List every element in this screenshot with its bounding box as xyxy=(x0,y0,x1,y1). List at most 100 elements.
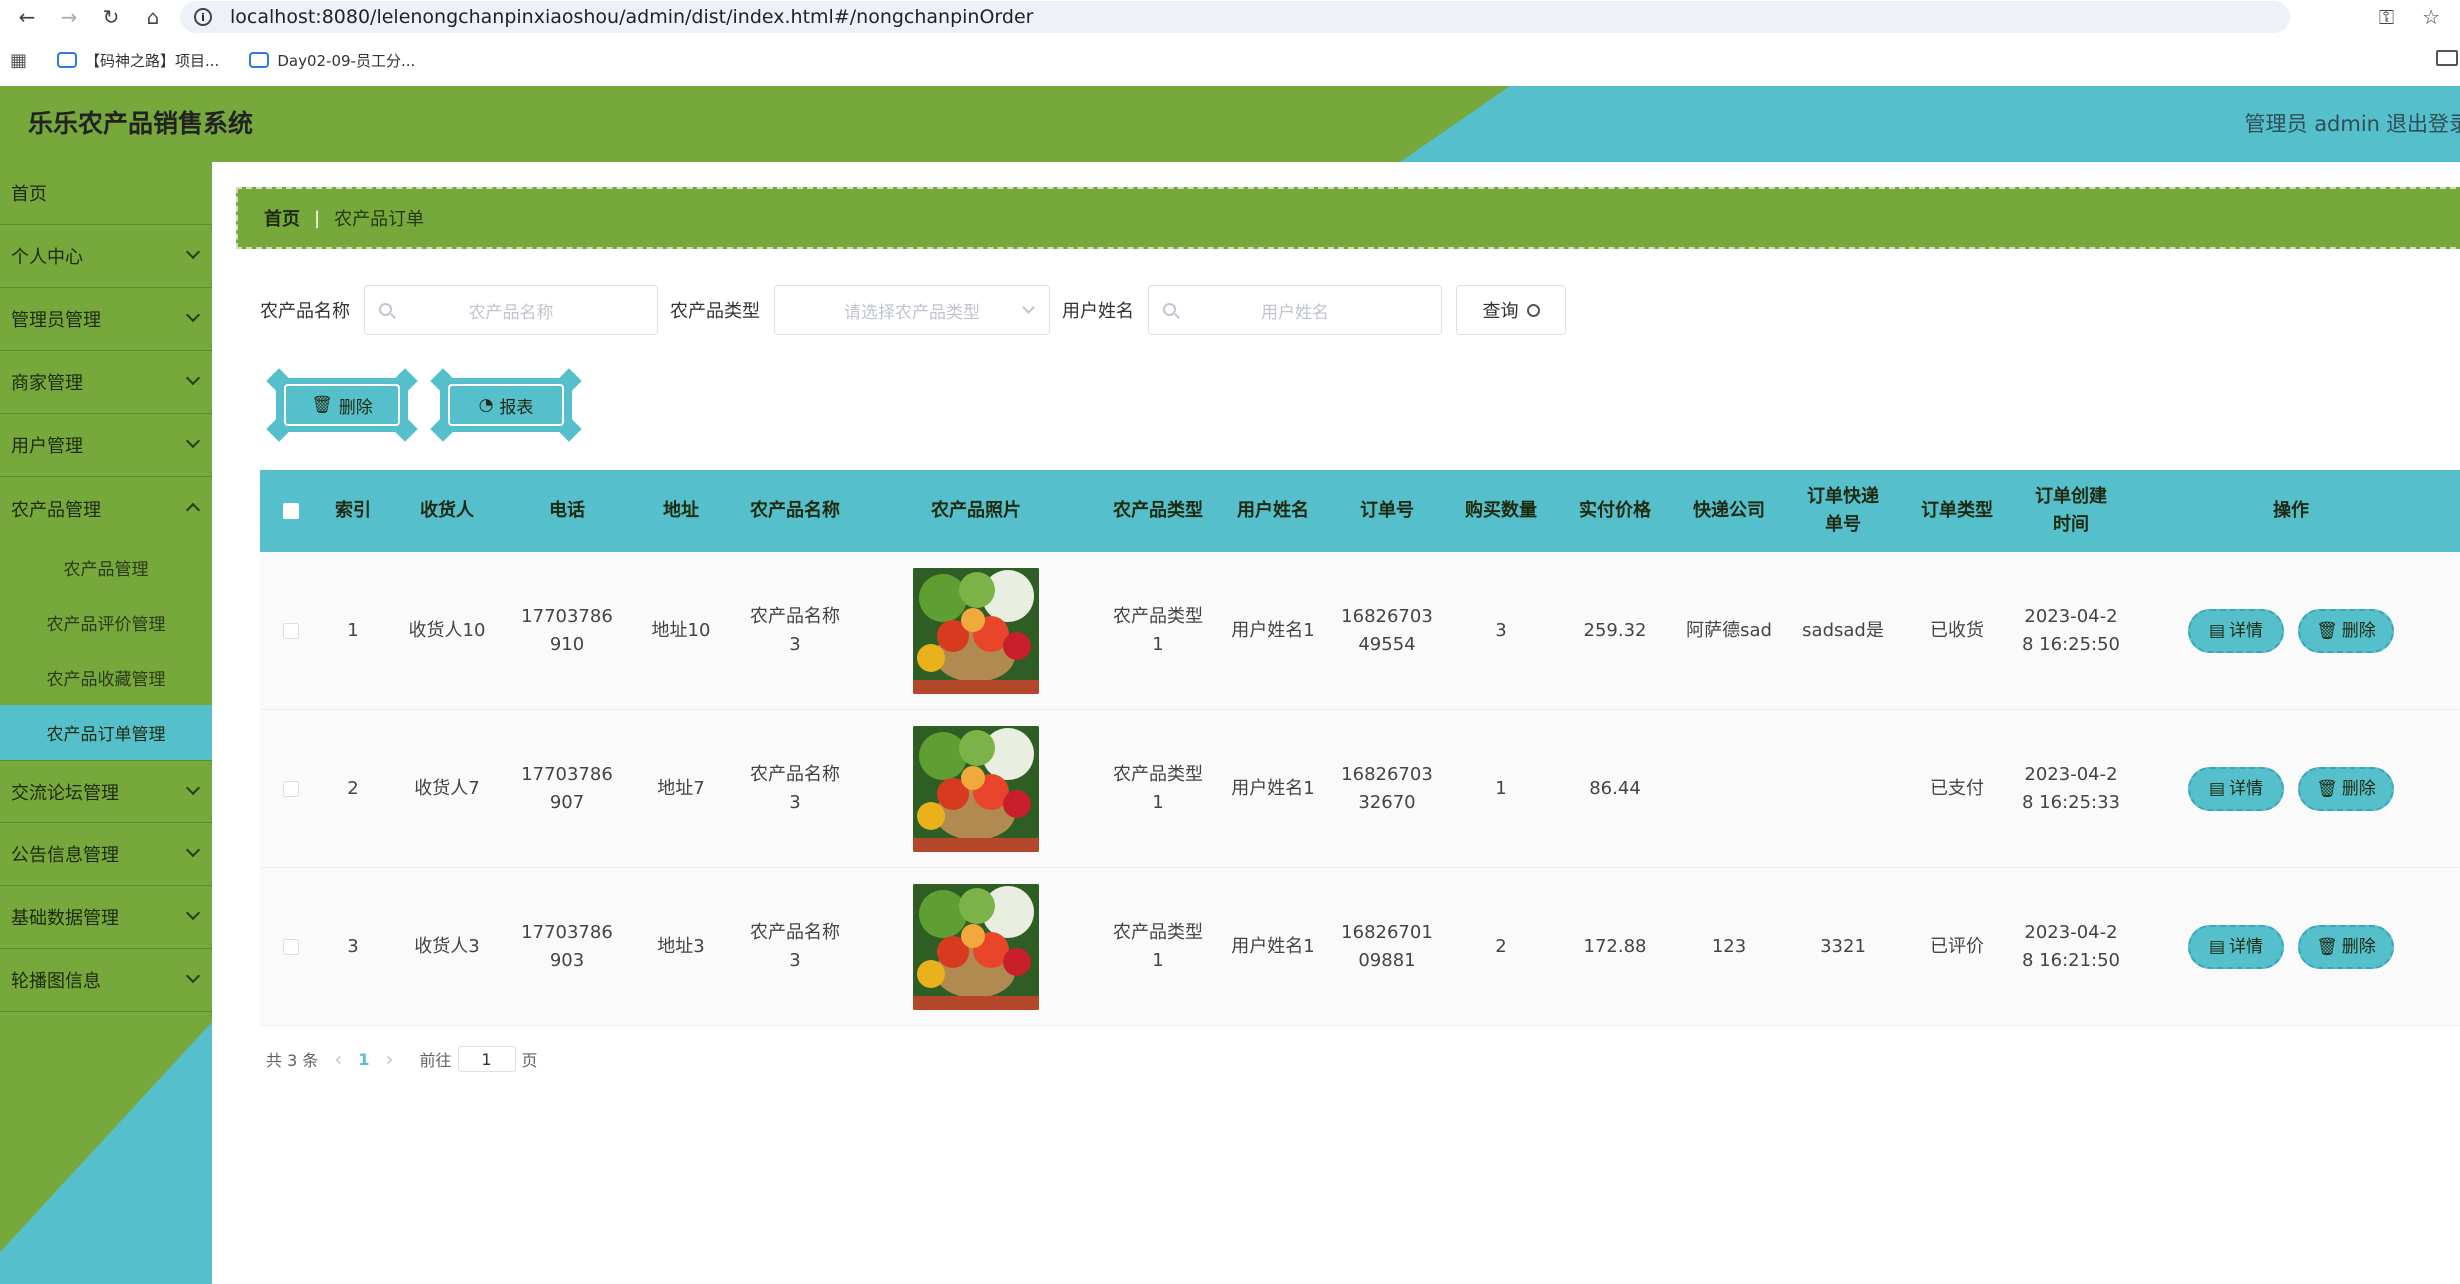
goto-suffix: 页 xyxy=(521,1051,538,1070)
cell-user: 用户姓名1 xyxy=(1231,619,1315,641)
report-button[interactable]: ◔ 报表 xyxy=(430,368,582,442)
document-icon: ▤ xyxy=(2208,778,2226,799)
search-icon xyxy=(1526,303,1540,317)
trash-icon: 🗑 xyxy=(311,395,333,415)
col-price: 实付价格 xyxy=(1579,500,1651,521)
breadcrumb-current: 农产品订单 xyxy=(334,209,425,230)
sidebar-item-personal[interactable]: 个人中心 xyxy=(0,225,212,288)
app-header: 乐乐农产品销售系统 管理员 admin 退出登录 xyxy=(0,86,2460,162)
cell-status: 已收货 xyxy=(1930,619,1984,641)
col-actions: 操作 xyxy=(2273,500,2309,521)
bookmark-folder-icon[interactable] xyxy=(2436,50,2458,66)
cell-tracking: sadsad是 xyxy=(1802,619,1884,641)
cell-courier: 阿萨德sad xyxy=(1686,619,1772,641)
reload-icon[interactable]: ↻ xyxy=(96,2,126,32)
logout-button[interactable]: 退出登录 xyxy=(2386,86,2460,162)
cell-phone: 17703786907 xyxy=(521,763,613,813)
col-product: 农产品名称 xyxy=(750,500,840,521)
sidebar-item-merchant[interactable]: 商家管理 xyxy=(0,351,212,414)
delete-button[interactable]: 🗑 删除 xyxy=(2298,608,2394,653)
product-photo xyxy=(913,725,1039,852)
breadcrumb-home[interactable]: 首页 xyxy=(264,205,300,231)
apps-grid-icon[interactable]: ▦ xyxy=(10,50,27,71)
search-form: 农产品名称 农产品名称 农产品类型 请选择农产品类型 用户姓名 用户姓名 查询 xyxy=(260,284,1566,336)
query-button[interactable]: 查询 xyxy=(1456,285,1566,335)
col-phone: 电话 xyxy=(549,500,585,521)
batch-delete-button[interactable]: 🗑 删除 xyxy=(266,368,418,442)
col-index: 索引 xyxy=(335,500,371,521)
col-status: 订单类型 xyxy=(1921,500,1993,521)
chevron-down-icon xyxy=(185,968,201,984)
sidebar-subitem-product[interactable]: 农产品管理 xyxy=(0,540,212,595)
sidebar-subitem-review[interactable]: 农产品评价管理 xyxy=(0,595,212,650)
browser-toolbar: ← → ↻ ⌂ i localhost:8080/lelenongchanpin… xyxy=(0,0,2460,34)
col-photo: 农产品照片 xyxy=(931,500,1021,521)
detail-button[interactable]: ▤ 详情 xyxy=(2188,766,2284,811)
page-number-1[interactable]: 1 xyxy=(358,1050,369,1069)
next-page-icon[interactable]: › xyxy=(386,1047,394,1071)
cell-index: 2 xyxy=(347,777,359,799)
chevron-down-icon xyxy=(185,307,201,323)
document-icon: ▤ xyxy=(2208,936,2226,957)
cell-qty: 3 xyxy=(1495,619,1507,641)
bookmark-2[interactable]: Day02-09-员工分... xyxy=(249,50,415,71)
sidebar-subitem-favorite[interactable]: 农产品收藏管理 xyxy=(0,650,212,705)
trash-icon: 🗑 xyxy=(2316,936,2338,957)
row-checkbox[interactable] xyxy=(283,780,299,797)
forward-icon[interactable]: → xyxy=(54,2,84,32)
row-checkbox[interactable] xyxy=(283,622,299,639)
sidebar-item-user[interactable]: 用户管理 xyxy=(0,414,212,477)
delete-button[interactable]: 🗑 删除 xyxy=(2298,766,2394,811)
password-key-icon[interactable]: ⚿ xyxy=(2379,5,2394,29)
site-info-icon[interactable]: i xyxy=(194,8,212,26)
sidebar-item-admin[interactable]: 管理员管理 xyxy=(0,288,212,351)
home-icon[interactable]: ⌂ xyxy=(138,2,168,32)
sidebar: 首页 个人中心 管理员管理 商家管理 用户管理 农产品管理 农产品管理 农产品评… xyxy=(0,162,212,1284)
cell-price: 172.88 xyxy=(1583,935,1647,957)
col-created: 订单创建时间 xyxy=(2035,486,2107,535)
sidebar-item-product[interactable]: 农产品管理 xyxy=(0,477,212,540)
sidebar-subitem-order[interactable]: 农产品订单管理 xyxy=(0,705,212,760)
detail-button[interactable]: ▤ 详情 xyxy=(2188,924,2284,969)
goto-page-input[interactable]: 1 xyxy=(457,1046,516,1072)
cell-index: 1 xyxy=(347,619,359,641)
cell-index: 3 xyxy=(347,935,359,957)
row-checkbox[interactable] xyxy=(283,938,299,955)
bilibili-icon xyxy=(249,52,270,68)
cell-order-no: 1682670109881 xyxy=(1341,921,1433,971)
cell-user: 用户姓名1 xyxy=(1231,777,1315,799)
chevron-up-icon xyxy=(185,502,201,518)
sidebar-item-basedata[interactable]: 基础数据管理 xyxy=(0,886,212,949)
col-courier: 快递公司 xyxy=(1693,500,1765,521)
detail-button[interactable]: ▤ 详情 xyxy=(2188,608,2284,653)
cell-created: 2023-04-28 16:25:33 xyxy=(2021,763,2120,813)
cell-type: 农产品类型1 xyxy=(1113,605,1203,655)
cell-qty: 2 xyxy=(1495,935,1507,957)
delete-button[interactable]: 🗑 删除 xyxy=(2298,924,2394,969)
col-address: 地址 xyxy=(663,500,699,521)
address-bar[interactable]: i localhost:8080/lelenongchanpinxiaoshou… xyxy=(180,1,2290,33)
product-type-select[interactable]: 请选择农产品类型 xyxy=(774,285,1050,335)
pagination: 共 3 条 ‹ 1 › 前往 1 页 xyxy=(266,1045,538,1073)
sidebar-decoration xyxy=(0,1022,212,1284)
product-name-input[interactable]: 农产品名称 xyxy=(364,285,658,335)
sidebar-item-notice[interactable]: 公告信息管理 xyxy=(0,823,212,886)
col-qty: 购买数量 xyxy=(1465,500,1537,521)
prev-page-icon[interactable]: ‹ xyxy=(334,1047,342,1071)
sidebar-item-forum[interactable]: 交流论坛管理 xyxy=(0,760,212,823)
app-title: 乐乐农产品销售系统 xyxy=(28,109,254,138)
trash-icon: 🗑 xyxy=(2316,620,2338,641)
cell-product: 农产品名称3 xyxy=(750,605,840,655)
col-receiver: 收货人 xyxy=(420,500,474,521)
pie-chart-icon: ◔ xyxy=(478,395,494,415)
cell-price: 259.32 xyxy=(1583,619,1647,641)
select-all-checkbox[interactable] xyxy=(283,503,299,519)
sidebar-item-carousel[interactable]: 轮播图信息 xyxy=(0,949,212,1012)
goto-prefix: 前往 xyxy=(419,1051,452,1070)
bookmark-star-icon[interactable]: ☆ xyxy=(2422,5,2440,29)
product-photo xyxy=(913,567,1039,694)
user-name-input[interactable]: 用户姓名 xyxy=(1148,285,1442,335)
bookmark-1[interactable]: 【码神之路】项目... xyxy=(57,50,219,71)
sidebar-item-home[interactable]: 首页 xyxy=(0,162,212,225)
back-icon[interactable]: ← xyxy=(12,2,42,32)
